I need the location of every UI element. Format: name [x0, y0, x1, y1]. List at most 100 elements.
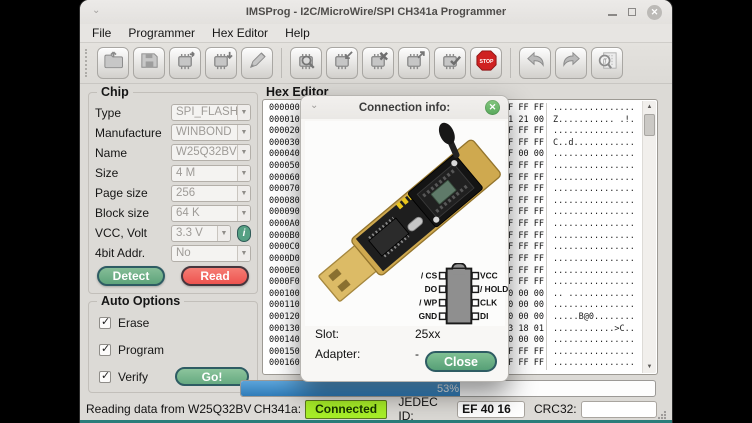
checkbox-label: Verify	[118, 370, 148, 384]
undo-button[interactable]	[519, 47, 551, 79]
select-value: W25Q32BV	[176, 146, 237, 158]
connection-status-badge: Connected	[305, 400, 387, 419]
hex-address: 000060	[269, 173, 300, 185]
select-value: 4 M	[176, 167, 195, 179]
read-button[interactable]: Read	[181, 266, 249, 286]
hex-address: 0000F0	[269, 277, 300, 289]
menu-programmer[interactable]: Programmer	[128, 26, 195, 40]
erase-chip-button[interactable]	[362, 47, 394, 79]
hex-address: 000070	[269, 184, 300, 196]
scrollbar-thumb[interactable]	[644, 114, 655, 136]
scroll-down-icon[interactable]: ▼	[643, 361, 656, 373]
status-message: Reading data from W25Q32BV	[86, 402, 254, 416]
redo-button[interactable]	[555, 47, 587, 79]
slot-row: Slot: 25xx	[315, 327, 498, 341]
chip-fields: TypeSPI_FLASH▼ManufactureWINBOND▼NameW25…	[95, 104, 251, 262]
pin-label: / WP	[419, 298, 437, 308]
hex-address: 000110	[269, 300, 300, 312]
menu-help[interactable]: Help	[285, 26, 310, 40]
close-icon[interactable]: ✕	[647, 5, 662, 20]
hex-ascii: ................	[546, 149, 635, 161]
menu-file[interactable]: File	[92, 26, 111, 40]
verify-checkbox[interactable]	[99, 371, 111, 383]
hex-address: 000080	[269, 196, 300, 208]
dialog-close-icon[interactable]: ✕	[485, 100, 500, 115]
dialog-close-button[interactable]: Close	[425, 351, 497, 372]
hex-ascii: ................	[546, 161, 635, 173]
stop-button[interactable]: STOP	[470, 47, 502, 79]
save-project-button[interactable]	[205, 47, 237, 79]
save-file-button[interactable]	[133, 47, 165, 79]
resize-grip-icon[interactable]	[657, 410, 666, 420]
chip-select-block-size[interactable]: 64 K▼	[171, 205, 251, 222]
pin-label: VCC	[480, 271, 498, 281]
option-program: Program	[99, 343, 164, 357]
auto-options-list: Erase Program Verify	[99, 316, 164, 384]
toolbar-drag-handle[interactable]	[85, 49, 90, 77]
program-checkbox[interactable]	[99, 344, 111, 356]
dialog-menu-icon[interactable]: ⌄	[310, 100, 318, 111]
edit-buffer-button[interactable]	[241, 47, 273, 79]
hex-bytes: FF FF FF	[503, 358, 544, 370]
chevron-down-icon: ▼	[237, 145, 250, 160]
go-button[interactable]: Go!	[175, 367, 249, 386]
verify-chip-button[interactable]	[434, 47, 466, 79]
chevron-down-icon: ▼	[237, 166, 250, 181]
chip-select-4bit-addr[interactable]: No▼	[171, 245, 251, 262]
open-file-icon	[102, 49, 125, 77]
erase-checkbox[interactable]	[99, 317, 111, 329]
option-erase: Erase	[99, 316, 164, 330]
chip-select-vcc-volt[interactable]: 3.3 V▼	[171, 225, 231, 242]
hex-bytes: FF FF FF	[503, 196, 544, 208]
chip-select-name[interactable]: W25Q32BV▼	[171, 144, 251, 161]
auto-options-title: Auto Options	[97, 294, 184, 308]
scroll-up-icon[interactable]: ▲	[643, 101, 656, 113]
hex-ascii: ................	[546, 231, 635, 243]
redo-icon	[560, 49, 583, 77]
open-file-button[interactable]	[97, 47, 129, 79]
field-label: Type	[95, 106, 171, 120]
chip-pinout-diagram: / CSDO/ WPGNDVCC/ HOLDCLKDI	[405, 263, 513, 325]
write-chip-button[interactable]	[326, 47, 358, 79]
hex-address: 000010	[269, 115, 300, 127]
hex-address: 000100	[269, 289, 300, 301]
titlebar: ⌄ IMSProg - I2C/MicroWire/SPI CH341a Pro…	[80, 0, 672, 24]
minimize-icon[interactable]	[608, 14, 617, 16]
toolbar-separator	[510, 48, 511, 78]
crc32-field[interactable]	[581, 401, 657, 418]
chip-field-size: Size4 M▼	[95, 164, 251, 182]
toolbar: STOP ff	[80, 43, 672, 84]
chevron-down-icon: ▼	[237, 105, 250, 120]
detect-button[interactable]: Detect	[97, 266, 165, 286]
erase-chip-icon	[367, 49, 390, 77]
chip-select-size[interactable]: 4 M ▼	[171, 165, 251, 182]
maximize-icon[interactable]	[628, 8, 636, 16]
vcc-info-button[interactable]: i	[237, 225, 251, 242]
read-chip-button[interactable]	[398, 47, 430, 79]
pin-label: / CS	[421, 271, 438, 281]
window-menu-icon[interactable]: ⌄	[92, 5, 100, 16]
hex-address: 000120	[269, 312, 300, 324]
programmer-photo: / CSDO/ WPGNDVCC/ HOLDCLKDI	[305, 121, 505, 326]
window-title: IMSProg - I2C/MicroWire/SPI CH341a Progr…	[80, 6, 672, 18]
chip-select-type[interactable]: SPI_FLASH▼	[171, 104, 251, 121]
chevron-down-icon: ▼	[237, 125, 250, 140]
find-hex-button[interactable]: ff	[591, 47, 623, 79]
chip-select-page-size[interactable]: 256▼	[171, 185, 251, 202]
jedec-id-field[interactable]: EF 40 16	[457, 401, 525, 418]
hex-bytes: 7F 00 00	[503, 149, 544, 161]
open-project-icon	[174, 49, 197, 77]
detect-chip-button[interactable]	[290, 47, 322, 79]
menu-bar: File Programmer Hex Editor Help	[80, 24, 672, 43]
menu-hex-editor[interactable]: Hex Editor	[212, 26, 268, 40]
hex-scrollbar[interactable]: ▲ ▼	[642, 101, 656, 373]
hex-address: 000020	[269, 126, 300, 138]
toolbar-separator	[281, 48, 282, 78]
open-project-button[interactable]	[169, 47, 201, 79]
chip-panel: Chip TypeSPI_FLASH▼ManufactureWINBOND▼Na…	[88, 92, 258, 294]
option-verify: Verify	[99, 370, 164, 384]
chip-select-manufacture[interactable]: WINBOND▼	[171, 124, 251, 141]
svg-text:STOP: STOP	[479, 59, 494, 65]
select-value: No	[176, 247, 191, 259]
hex-ascii: C..d............	[546, 138, 635, 150]
